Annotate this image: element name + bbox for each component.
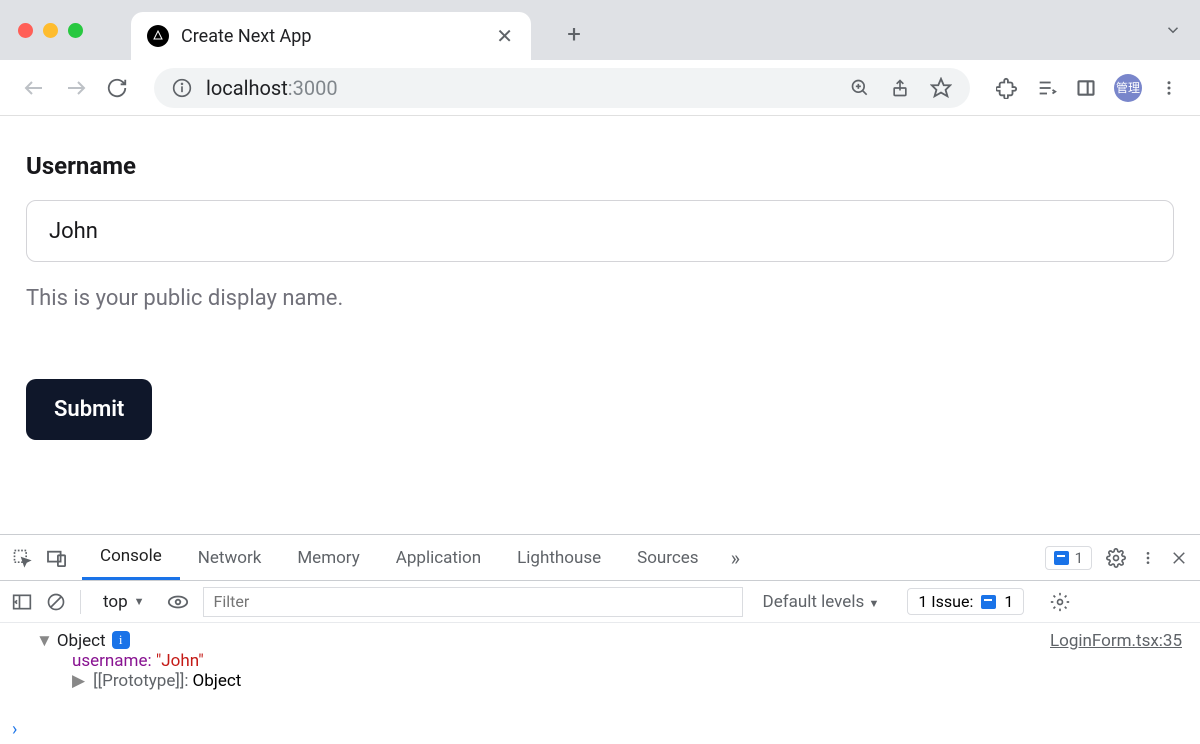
console-message-badge[interactable]: 1 <box>1045 546 1092 570</box>
browser-toolbar: localhost:3000 管理 <box>0 60 1200 116</box>
zoom-icon[interactable] <box>850 78 870 98</box>
close-window-button[interactable] <box>18 23 33 38</box>
log-source-link[interactable]: LoginForm.tsx:35 <box>1050 631 1182 651</box>
username-input[interactable] <box>26 200 1174 262</box>
submit-button[interactable]: Submit <box>26 379 152 440</box>
prototype-key: [[Prototype]]: <box>93 671 188 691</box>
tab-overflow-icon[interactable] <box>1164 21 1182 39</box>
tab-console[interactable]: Console <box>82 535 180 580</box>
console-settings-icon[interactable] <box>1050 592 1070 612</box>
username-help-text: This is your public display name. <box>26 286 1174 311</box>
reload-button[interactable] <box>106 77 128 99</box>
tab-network[interactable]: Network <box>180 535 280 580</box>
nextjs-favicon <box>147 25 169 47</box>
window-controls <box>18 23 83 38</box>
expand-toggle-icon[interactable]: ▼ <box>36 631 53 651</box>
prototype-value: Object <box>193 671 242 691</box>
devtools-menu-icon[interactable] <box>1140 550 1156 566</box>
browser-tab-strip: Create Next App ✕ + <box>0 0 1200 60</box>
console-prompt-icon[interactable]: › <box>12 719 17 740</box>
info-icon[interactable]: i <box>112 631 130 649</box>
username-label: Username <box>26 152 1174 180</box>
inspect-element-icon[interactable] <box>12 548 32 568</box>
expand-toggle-icon[interactable]: ▶ <box>72 671 85 691</box>
tab-memory[interactable]: Memory <box>279 535 377 580</box>
devtools-tabs: Console Network Memory Application Light… <box>0 535 1200 581</box>
url-port: :3000 <box>288 76 338 100</box>
forward-button[interactable] <box>64 76 88 100</box>
close-tab-icon[interactable]: ✕ <box>496 24 513 48</box>
console-output: ▼ Object i LoginForm.tsx:35 username: "J… <box>0 623 1200 744</box>
log-value: "John" <box>156 651 204 671</box>
menu-icon[interactable] <box>1160 79 1178 97</box>
reading-list-icon[interactable] <box>1036 77 1058 99</box>
tab-application[interactable]: Application <box>378 535 499 580</box>
more-tabs-icon[interactable]: » <box>717 546 754 570</box>
execution-context-selector[interactable]: top ▼ <box>95 590 153 614</box>
browser-tab[interactable]: Create Next App ✕ <box>131 12 531 60</box>
page-content: Username This is your public display nam… <box>0 116 1200 534</box>
object-label: Object <box>57 631 106 651</box>
live-expression-icon[interactable] <box>167 594 189 610</box>
address-bar[interactable]: localhost:3000 <box>154 68 970 108</box>
minimize-window-button[interactable] <box>43 23 58 38</box>
profile-avatar[interactable]: 管理 <box>1114 74 1142 102</box>
tab-sources[interactable]: Sources <box>619 535 716 580</box>
log-key: username: <box>72 651 156 671</box>
tab-title: Create Next App <box>181 26 484 47</box>
clear-console-icon[interactable] <box>46 592 66 612</box>
site-info-icon[interactable] <box>172 78 192 98</box>
share-icon[interactable] <box>890 78 910 98</box>
devtools-close-icon[interactable] <box>1170 549 1188 567</box>
issues-badge[interactable]: 1 Issue:1 <box>907 588 1024 615</box>
url-text: localhost:3000 <box>206 76 338 100</box>
device-toolbar-icon[interactable] <box>46 549 68 567</box>
url-host: localhost <box>206 76 288 100</box>
devtools-settings-icon[interactable] <box>1106 548 1126 568</box>
log-levels-selector[interactable]: Default levels ▼ <box>763 592 880 612</box>
message-icon <box>1054 551 1069 565</box>
tab-lighthouse[interactable]: Lighthouse <box>499 535 619 580</box>
new-tab-button[interactable]: + <box>559 19 589 49</box>
maximize-window-button[interactable] <box>68 23 83 38</box>
bookmark-icon[interactable] <box>930 77 952 99</box>
issue-icon <box>981 595 996 609</box>
console-sidebar-toggle-icon[interactable] <box>12 593 32 611</box>
side-panel-icon[interactable] <box>1076 78 1096 98</box>
console-filter-bar: top ▼ Default levels ▼ 1 Issue:1 <box>0 581 1200 623</box>
extensions-icon[interactable] <box>996 77 1018 99</box>
back-button[interactable] <box>22 76 46 100</box>
devtools-panel: Console Network Memory Application Light… <box>0 534 1200 744</box>
console-filter-input[interactable] <box>203 587 743 617</box>
